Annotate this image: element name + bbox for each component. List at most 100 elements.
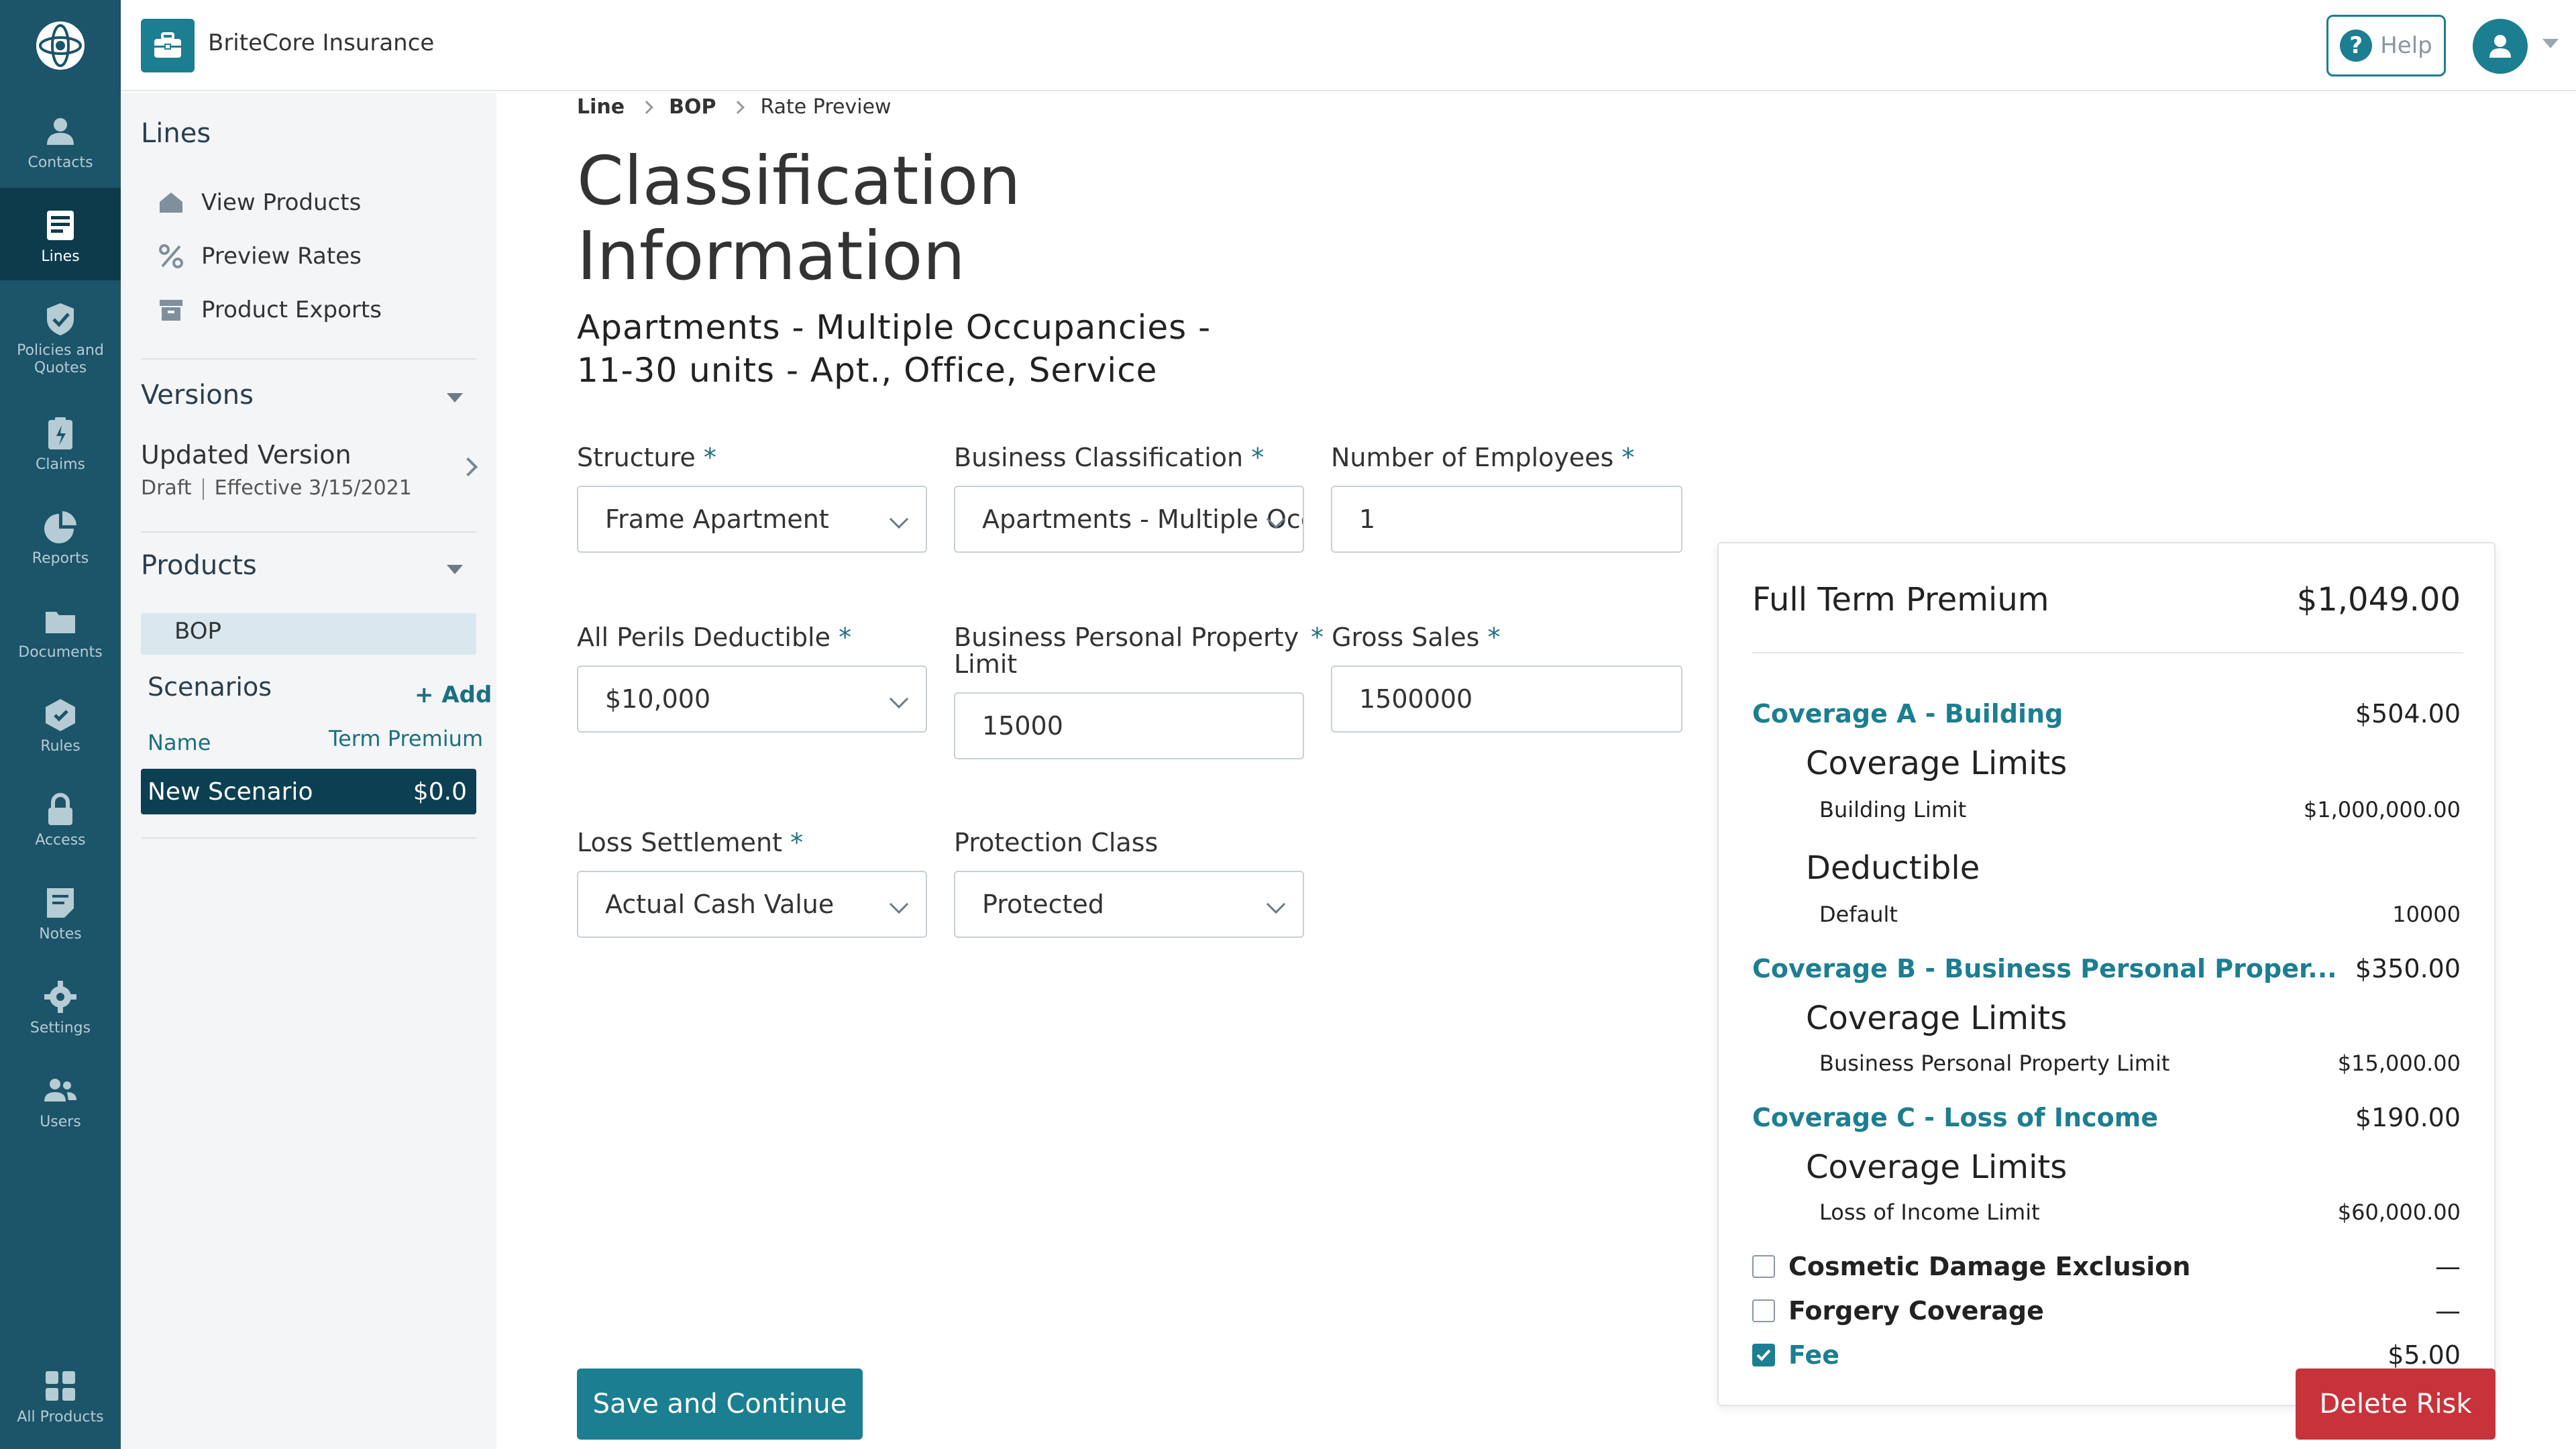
protection-class-select[interactable]: Protected [954, 871, 1304, 938]
sidebar-item-policies[interactable]: Policies and Quotes [0, 282, 121, 376]
bpp-limit-label-summary: Business Personal Property Limit [1819, 1051, 2170, 1076]
chevron-down-icon[interactable] [2542, 39, 2559, 48]
gross-sales-input[interactable]: 1500000 [1331, 665, 1682, 733]
version-effective: Effective 3/15/2021 [214, 476, 412, 500]
loss-settlement-select[interactable]: Actual Cash Value [577, 871, 927, 938]
deductible-select[interactable]: $10,000 [577, 665, 927, 733]
employees-input[interactable]: 1 [1331, 486, 1682, 553]
help-label: Help [2380, 32, 2432, 59]
checkbox[interactable] [1752, 1299, 1775, 1322]
sidebar-item-notes[interactable]: Notes [0, 865, 121, 958]
scenario-row[interactable]: New Scenario $0.0 [141, 769, 476, 814]
gross-sales-label: * Gross Sales * [1311, 623, 1501, 652]
version-name[interactable]: Updated Version [141, 440, 352, 470]
save-and-continue-button[interactable]: Save and Continue [577, 1368, 863, 1440]
sidebar-item-label: All Products [17, 1409, 104, 1426]
versions-toggle-icon[interactable] [447, 393, 463, 402]
sidebar-item-claims[interactable]: Claims [0, 396, 121, 488]
checkbox-checked[interactable] [1752, 1344, 1775, 1366]
brand-name[interactable]: BriteCore Insurance [208, 30, 434, 56]
option-label: Forgery Coverage [1788, 1296, 2044, 1326]
product-exports-link[interactable]: Product Exports [157, 290, 382, 330]
sidebar-item-users[interactable]: Users [0, 1053, 121, 1146]
sidebar-item-settings[interactable]: Settings [0, 959, 121, 1052]
structure-value: Frame Apartment [605, 504, 829, 534]
percent-icon [159, 244, 183, 268]
bpp-limit-label: Business Personal Property Limit [954, 623, 1299, 679]
products-toggle-icon[interactable] [447, 565, 463, 574]
option-cosmetic-damage[interactable]: Cosmetic Damage Exclusion [1752, 1252, 2190, 1281]
column-header-name: Name [148, 730, 211, 755]
divider [141, 358, 476, 360]
sidebar-item-reports[interactable]: Reports [0, 490, 121, 582]
product-item-bop[interactable]: BOP [141, 613, 476, 655]
sidebar-item-rules[interactable]: Rules [0, 678, 121, 770]
add-scenario-button[interactable]: + Add [415, 682, 492, 708]
chevron-down-icon [1266, 894, 1286, 914]
option-value: — [2435, 1296, 2461, 1326]
column-header-term-premium: Term Premium [329, 726, 484, 751]
shield-icon [47, 303, 74, 335]
sidebar-item-access[interactable]: Access [0, 771, 121, 864]
deductible-label: All Perils Deductible * [577, 623, 852, 652]
coverage-b-limits-heading: Coverage Limits [1806, 1000, 2068, 1037]
version-meta: Draft Effective 3/15/2021 [141, 476, 412, 500]
britecore-logo-icon[interactable] [0, 0, 121, 91]
products-heading: Products [141, 550, 257, 581]
building-limit-label: Building Limit [1819, 797, 1967, 822]
chevron-down-icon [889, 509, 909, 529]
grid-icon [46, 1371, 75, 1401]
sidebar-item-label: Lines [41, 248, 80, 265]
sidebar-item-contacts[interactable]: Contacts [0, 94, 121, 186]
premium-total: $1,049.00 [2296, 581, 2461, 619]
coverage-a-link[interactable]: Coverage A - Building [1752, 699, 2063, 729]
option-forgery-coverage[interactable]: Forgery Coverage [1752, 1296, 2044, 1326]
sidebar-item-documents[interactable]: Documents [0, 584, 121, 676]
title-line: Classification [577, 142, 1021, 220]
business-classification-select[interactable]: Apartments - Multiple Occ [954, 486, 1304, 553]
link-label: View Products [201, 189, 362, 216]
help-button[interactable]: ? Help [2326, 15, 2446, 76]
coverage-a-limits-heading: Coverage Limits [1806, 745, 2068, 782]
sidebar-item-lines[interactable]: Lines [0, 188, 121, 280]
chevron-right-icon [640, 100, 654, 114]
option-label: Fee [1788, 1340, 1839, 1370]
business-classification-label: Business Classification * [954, 443, 1265, 472]
sidebar-item-all-products[interactable]: All Products [0, 1355, 121, 1448]
sidebar-item-label: Access [35, 832, 86, 849]
coverage-c-limits-heading: Coverage Limits [1806, 1148, 2068, 1186]
coverage-c-link[interactable]: Coverage C - Loss of Income [1752, 1103, 2158, 1132]
structure-select[interactable]: Frame Apartment [577, 486, 927, 553]
main-sidebar: Contacts Lines Policies and Quotes Claim… [0, 0, 121, 1449]
sidebar-item-label: Notes [39, 926, 82, 943]
protection-class-value: Protected [982, 890, 1104, 919]
loss-settlement-label: Loss Settlement * [577, 828, 804, 857]
versions-heading: Versions [141, 380, 254, 411]
bpp-limit-value: 15000 [982, 711, 1063, 741]
sidebar-item-label: Settings [30, 1020, 91, 1036]
scenario-name: New Scenario [148, 777, 313, 806]
loss-settlement-value: Actual Cash Value [605, 890, 835, 919]
preview-rates-link[interactable]: Preview Rates [157, 236, 362, 276]
breadcrumb-bop[interactable]: BOP [669, 95, 716, 119]
option-fee[interactable]: Fee [1752, 1340, 1839, 1370]
delete-risk-button[interactable]: Delete Risk [2296, 1368, 2496, 1440]
notes-icon [47, 888, 74, 918]
avatar[interactable] [2473, 19, 2528, 74]
link-label: Product Exports [201, 297, 382, 323]
chevron-right-icon[interactable] [458, 457, 478, 477]
breadcrumb-line[interactable]: Line [577, 95, 625, 119]
sidebar-item-label: Rules [40, 738, 80, 755]
gear-icon [44, 981, 76, 1013]
view-products-link[interactable]: View Products [157, 182, 361, 223]
chevron-down-icon [889, 689, 909, 709]
coverage-a-amount: $504.00 [2355, 699, 2461, 729]
checkbox[interactable] [1752, 1255, 1775, 1278]
coverage-b-link[interactable]: Coverage B - Business Personal Proper... [1752, 954, 2337, 983]
building-limit-value: $1,000,000.00 [2303, 797, 2461, 822]
deductible-value: $10,000 [605, 684, 711, 714]
divider [1752, 652, 2463, 653]
app-root: Contacts Lines Policies and Quotes Claim… [0, 0, 2576, 1449]
bpp-limit-input[interactable]: 15000 [954, 692, 1304, 759]
loss-of-income-limit-value: $60,000.00 [2337, 1199, 2461, 1225]
